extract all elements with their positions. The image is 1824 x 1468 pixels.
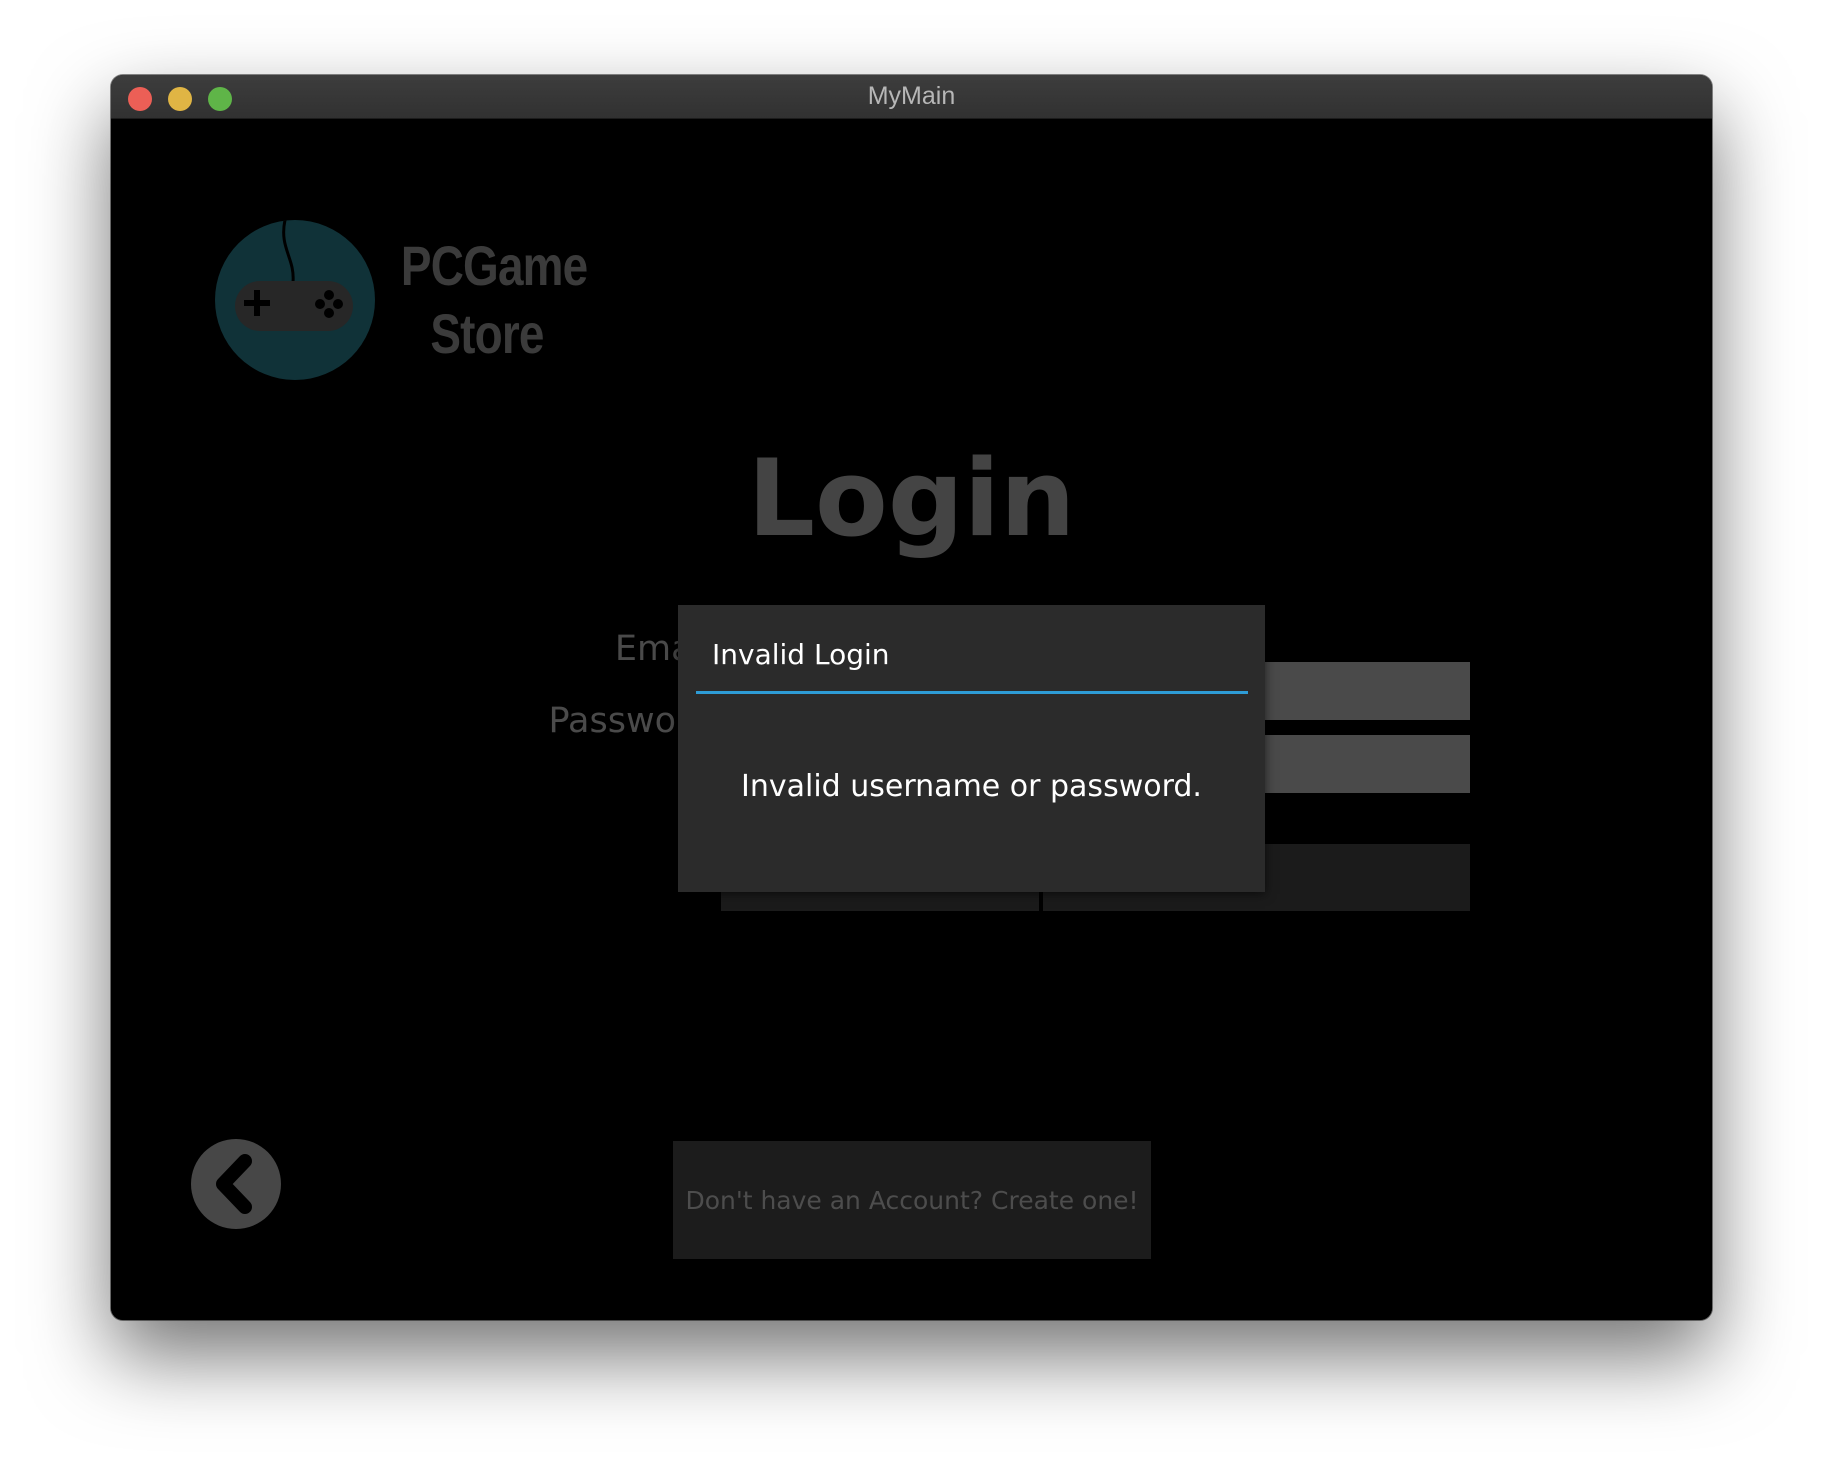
gamepad-icon [215, 220, 375, 380]
login-screen: PCGame Store Login Email Password Don't … [111, 119, 1712, 1320]
dialog-divider [696, 691, 1248, 694]
page-title: Login [747, 437, 1076, 560]
create-account-button[interactable]: Don't have an Account? Create one! [673, 1141, 1151, 1259]
app-window: MyMain PCGame Store Login Email Password [111, 75, 1712, 1320]
dialog-title: Invalid Login [712, 638, 890, 671]
invalid-login-dialog: Invalid Login Invalid username or passwo… [678, 605, 1265, 892]
password-field[interactable] [1261, 735, 1470, 793]
window-title: MyMain [867, 82, 956, 110]
logo-line-1: PCGame [400, 234, 588, 297]
store-logo-text: PCGame Store [400, 232, 588, 368]
title-bar[interactable]: MyMain [111, 75, 1712, 119]
dialog-message: Invalid username or password. [741, 769, 1202, 804]
back-button[interactable] [191, 1139, 281, 1229]
chevron-left-icon [216, 1154, 252, 1214]
logo-line-2: Store [430, 302, 544, 365]
email-field[interactable] [1261, 662, 1470, 720]
